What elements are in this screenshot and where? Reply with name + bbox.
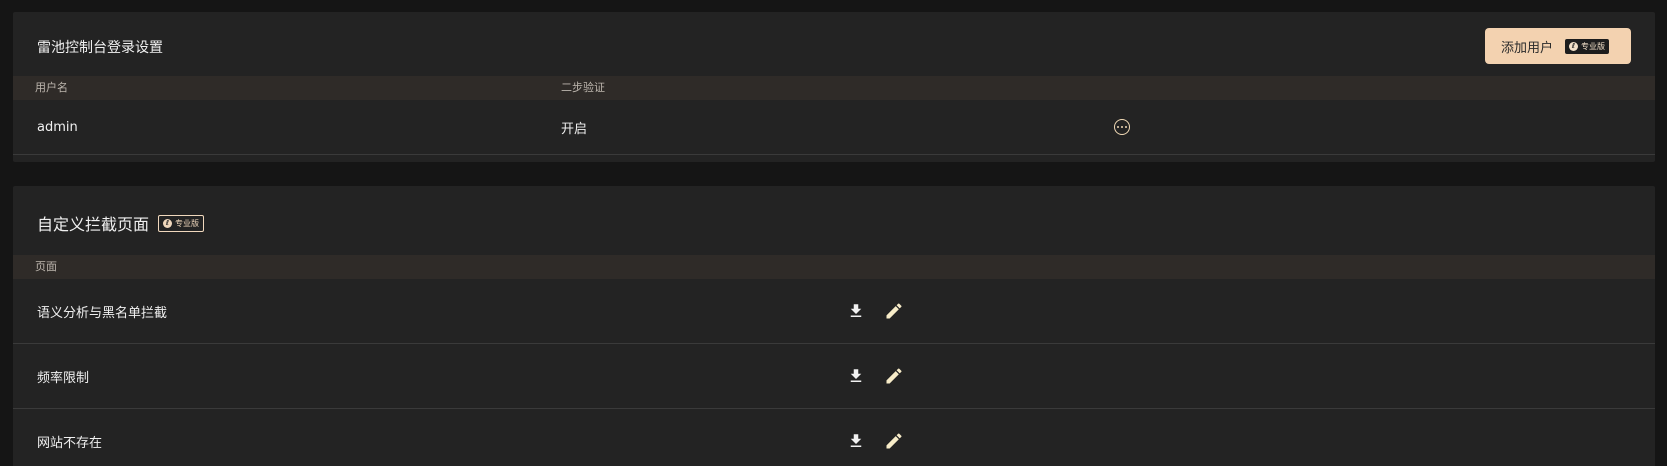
table-row: 网站不存在 <box>13 409 1655 466</box>
pro-badge-label: 专业版 <box>175 218 200 228</box>
pro-badge: ℓ 专业版 <box>158 214 205 232</box>
login-table-header: 用户名 二步验证 <box>13 76 1655 100</box>
pencil-icon[interactable] <box>882 429 906 453</box>
pro-badge: ℓ 专业版 <box>1565 38 1610 54</box>
add-user-label: 添加用户 <box>1501 40 1554 56</box>
login-settings-card: 雷池控制台登录设置 添加用户 ℓ 专业版 用户名 二步验证 admin 开启 <box>13 12 1655 162</box>
pencil-icon[interactable] <box>882 299 906 323</box>
page-name-cell: 语义分析与黑名单拦截 <box>37 305 168 321</box>
table-row: admin 开启 <box>13 100 1655 155</box>
row-actions <box>844 344 906 408</box>
download-icon[interactable] <box>844 364 868 388</box>
add-user-button[interactable]: 添加用户 ℓ 专业版 <box>1485 28 1631 64</box>
leichi-logo-icon: ℓ <box>163 218 173 228</box>
leichi-logo-icon: ℓ <box>1569 41 1579 51</box>
table-row: 语义分析与黑名单拦截 <box>13 279 1655 344</box>
login-settings-title: 雷池控制台登录设置 <box>37 40 163 56</box>
row-actions <box>844 409 906 466</box>
more-circle-icon[interactable] <box>1114 119 1130 135</box>
page: 雷池控制台登录设置 添加用户 ℓ 专业版 用户名 二步验证 admin 开启 自… <box>0 0 1667 466</box>
column-header-two-factor: 二步验证 <box>561 81 605 94</box>
download-icon[interactable] <box>844 299 868 323</box>
custom-block-pages-title: 自定义拦截页面 ℓ 专业版 <box>37 211 205 235</box>
page-name-cell: 网站不存在 <box>37 435 103 451</box>
two-factor-cell: 开启 <box>561 121 588 137</box>
username-cell: admin <box>37 119 78 135</box>
pages-table-header: 页面 <box>13 255 1655 279</box>
table-row: 频率限制 <box>13 344 1655 409</box>
pro-badge-label: 专业版 <box>1581 41 1606 51</box>
custom-block-pages-card: 自定义拦截页面 ℓ 专业版 页面 语义分析与黑名单拦截 频率限制 网站不存在 <box>13 186 1655 466</box>
download-icon[interactable] <box>844 429 868 453</box>
row-actions <box>1114 100 1130 154</box>
page-name-cell: 频率限制 <box>37 370 90 386</box>
custom-block-pages-title-text: 自定义拦截页面 <box>37 215 150 234</box>
pencil-icon[interactable] <box>882 364 906 388</box>
row-actions <box>844 279 906 343</box>
column-header-page: 页面 <box>35 260 57 273</box>
column-header-username: 用户名 <box>35 81 68 94</box>
